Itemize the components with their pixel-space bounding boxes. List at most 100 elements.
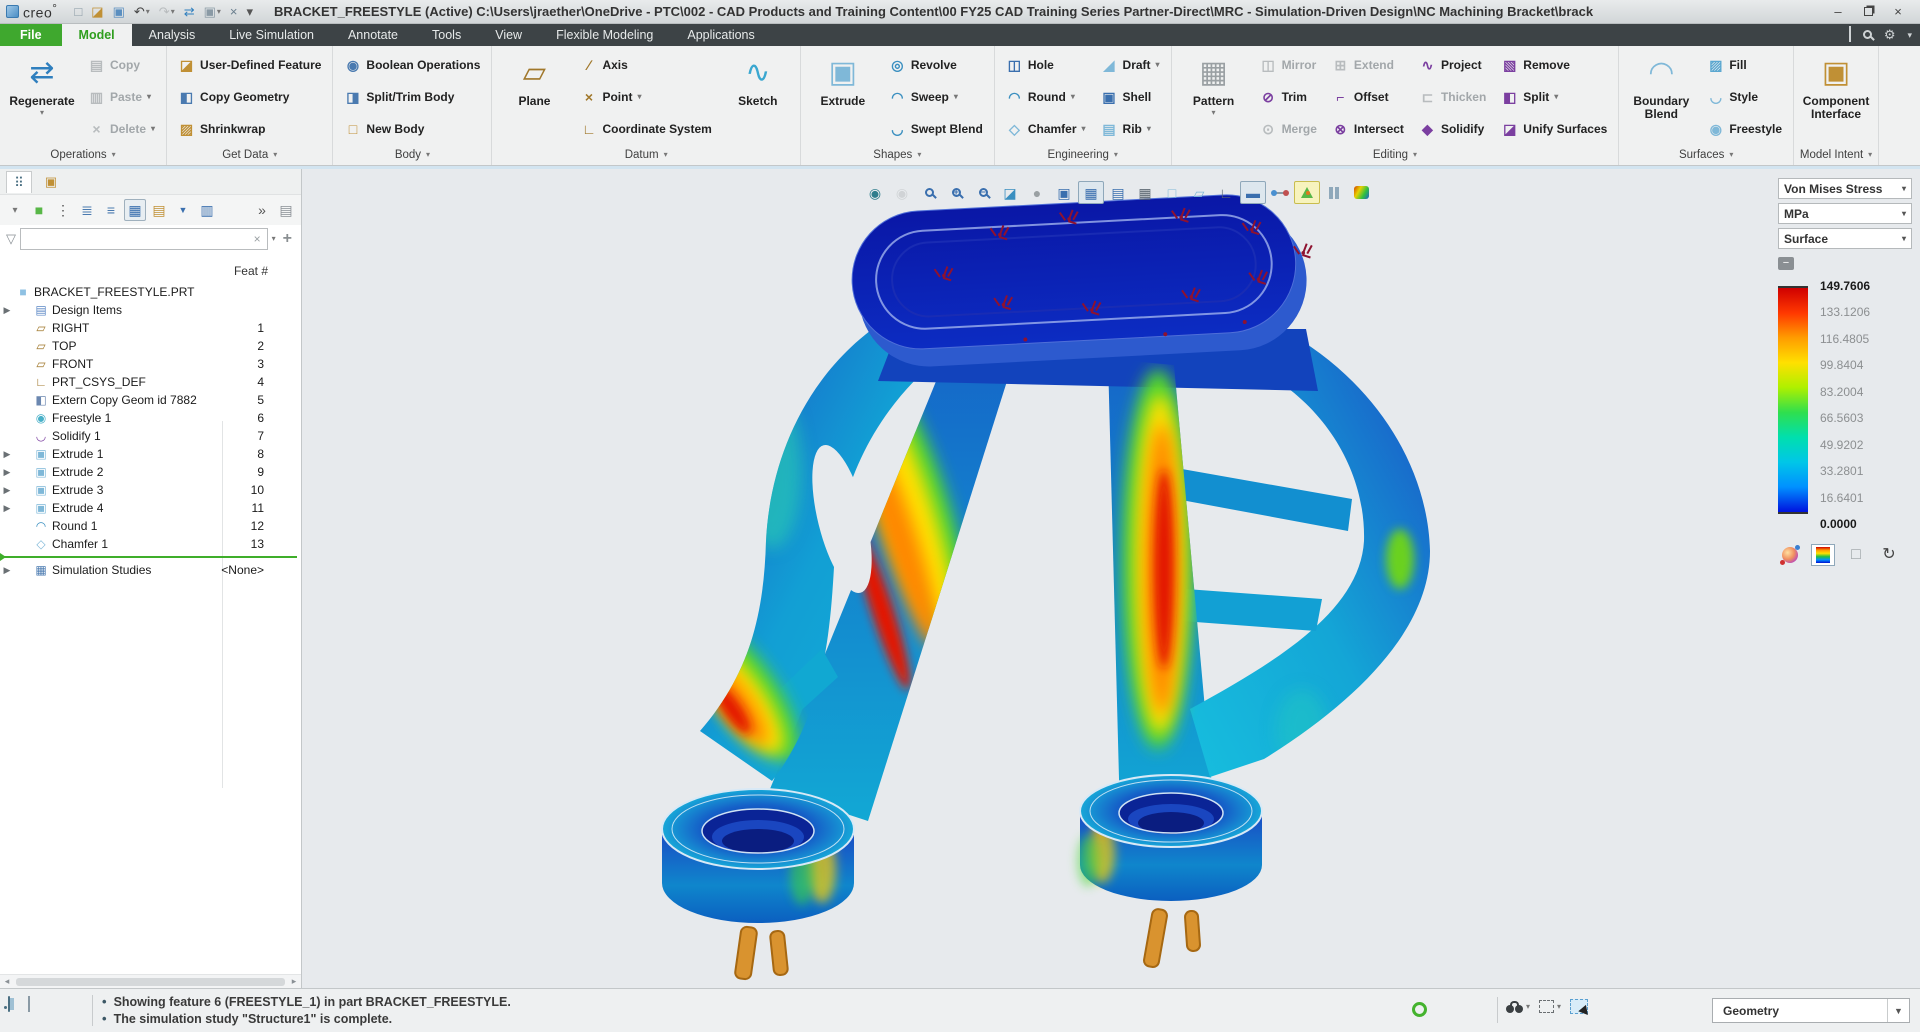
refresh-results-button[interactable]: ↻ <box>1877 544 1901 566</box>
collapse-all-button[interactable]: ≡ <box>100 199 122 221</box>
annotation-display-button[interactable]: ▬ <box>1240 181 1266 204</box>
search-icon[interactable] <box>1863 28 1872 42</box>
pause-results-button[interactable] <box>1321 181 1347 204</box>
round-button[interactable]: ◠Round▾ <box>1003 87 1089 108</box>
find-button[interactable]: ▾ <box>1506 1001 1530 1013</box>
saved-orientations-button[interactable]: ▦ <box>1078 181 1104 204</box>
capture-button[interactable]: ▦ <box>1132 181 1158 204</box>
view-manager-button[interactable]: ▤ <box>1105 181 1131 204</box>
split-trim-body-button[interactable]: ◨Split/Trim Body <box>341 87 483 108</box>
tree-item[interactable]: ▱TOP2 <box>0 337 301 355</box>
user-defined-feature-button[interactable]: ◪User-Defined Feature <box>175 55 324 76</box>
ribbon-group-label-body[interactable]: Body▾ <box>333 145 491 165</box>
minimize-button[interactable]: – <box>1830 4 1846 20</box>
extrude-button[interactable]: ▣Extrude <box>806 49 880 145</box>
ribbon-group-label-engineering[interactable]: Engineering▾ <box>995 145 1171 165</box>
agent-status-icon[interactable] <box>1412 1002 1427 1017</box>
tree-horizontal-scrollbar[interactable]: ◂ ▸ <box>0 974 301 988</box>
panel-tab-folder-browser[interactable]: ▣ <box>38 171 64 193</box>
expand-all-button[interactable]: ≣ <box>76 199 98 221</box>
tree-search-field[interactable] <box>25 232 252 246</box>
insertion-marker[interactable] <box>0 553 301 561</box>
overlay-model-button[interactable]: □ <box>1844 544 1868 566</box>
tree-item[interactable]: ◉Freestyle 16 <box>0 409 301 427</box>
undo-button[interactable]: ↶▾ <box>131 4 153 19</box>
gear-icon[interactable]: ⚙ <box>1884 27 1896 43</box>
solidify-button[interactable]: ◆Solidify <box>1416 119 1489 140</box>
kebab-button[interactable]: ⋮ <box>52 199 74 221</box>
minimize-ribbon-icon[interactable] <box>1849 28 1851 42</box>
boundary-blend-button[interactable]: ◠Boundary Blend <box>1624 49 1698 145</box>
paste-button[interactable]: ▥Paste▾ <box>85 87 158 108</box>
chamfer-button[interactable]: ◇Chamfer▾ <box>1003 119 1089 140</box>
graphics-viewport[interactable]: ◉◉◪●▣▦▤▦□▱∟▬ Von Mises Stress ▾ MPa ▾ Su… <box>302 169 1920 988</box>
component-interface-button[interactable]: ▣Component Interface <box>1799 49 1873 145</box>
regenerate-options-button[interactable]: ⇄ <box>181 4 198 19</box>
coordinate-system-button[interactable]: ∟Coordinate System <box>577 119 714 140</box>
refit-button[interactable]: ◪ <box>997 181 1023 204</box>
expand-caret-icon[interactable]: ▶ <box>0 485 14 496</box>
scrollbar-thumb[interactable] <box>16 978 285 986</box>
model-canvas[interactable] <box>302 169 1920 988</box>
rib-button[interactable]: ▤Rib▾ <box>1098 119 1163 140</box>
overflow-button[interactable]: » <box>251 199 273 221</box>
fill-button[interactable]: ▨Fill <box>1704 55 1785 76</box>
add-filter-button[interactable]: + <box>280 230 295 248</box>
point-button[interactable]: ×Point▾ <box>577 87 714 108</box>
ribbon-group-label-get-data[interactable]: Get Data▾ <box>167 145 332 165</box>
model-cube-button[interactable]: ■ <box>28 199 50 221</box>
clear-search-icon[interactable]: × <box>252 232 263 246</box>
tree-item[interactable]: ▶▤Design Items <box>0 301 301 319</box>
tree-item[interactable]: ◠Round 112 <box>0 517 301 535</box>
tree-item[interactable]: ▶▣Extrude 29 <box>0 463 301 481</box>
tree-item[interactable]: ◇Chamfer 113 <box>0 535 301 553</box>
merge-button[interactable]: ⊙Merge <box>1257 119 1320 140</box>
plane-button[interactable]: ▱Plane <box>497 49 571 145</box>
extend-button[interactable]: ⊞Extend <box>1329 55 1407 76</box>
close-button[interactable]: × <box>1890 4 1906 20</box>
expand-caret-icon[interactable]: ▶ <box>0 305 14 316</box>
ribbon-group-label-model-intent[interactable]: Model Intent▾ <box>1794 145 1878 165</box>
display-style-button[interactable]: ▣ <box>1051 181 1077 204</box>
tree-item[interactable]: ▶▣Extrude 310 <box>0 481 301 499</box>
expand-caret-icon[interactable]: ▶ <box>0 467 14 478</box>
boolean-operations-button[interactable]: ◉Boolean Operations <box>341 55 483 76</box>
axes-display-button[interactable]: ∟ <box>1213 181 1239 204</box>
revolve-button[interactable]: ◎Revolve <box>886 55 986 76</box>
ribbon-group-label-operations[interactable]: Operations▾ <box>0 145 166 165</box>
new-annotation-button[interactable]: ▤ <box>148 199 170 221</box>
tab-tools[interactable]: Tools <box>415 24 478 46</box>
remove-button[interactable]: ▧Remove <box>1498 55 1610 76</box>
zoom-region-button[interactable] <box>916 181 942 204</box>
ribbon-group-label-datum[interactable]: Datum▾ <box>492 145 799 165</box>
caret-down-icon[interactable]: ▾ <box>1907 30 1912 41</box>
result-units-select[interactable]: MPa ▾ <box>1778 203 1912 224</box>
tree-item[interactable]: ▶▦Simulation Studies<None> <box>0 561 301 579</box>
save-button[interactable]: ▣ <box>110 4 128 19</box>
new-body-button[interactable]: □New Body <box>341 119 483 140</box>
tab-view[interactable]: View <box>478 24 539 46</box>
tab-applications[interactable]: Applications <box>670 24 771 46</box>
view-visibility-button[interactable]: ◉ <box>862 181 888 204</box>
panel-tab-model-tree[interactable]: ⠿ <box>6 171 32 193</box>
new-file-button[interactable]: □ <box>71 4 85 19</box>
result-display-select[interactable]: Surface ▾ <box>1778 228 1912 249</box>
split-button[interactable]: ◧Split▾ <box>1498 87 1610 108</box>
tree-item[interactable]: ▱FRONT3 <box>0 355 301 373</box>
expand-caret-icon[interactable]: ▶ <box>0 565 14 576</box>
project-button[interactable]: ∿Project <box>1416 55 1489 76</box>
select-pointer-button[interactable] <box>1570 999 1588 1014</box>
appearance-gallery-button[interactable]: ◉ <box>889 181 915 204</box>
tree-item[interactable]: ▶▣Extrude 411 <box>0 499 301 517</box>
windows-button[interactable]: ▣▾ <box>201 4 224 19</box>
draft-button[interactable]: ◢Draft▾ <box>1098 55 1163 76</box>
tree-item[interactable]: ▶▣Extrude 18 <box>0 445 301 463</box>
ribbon-group-label-editing[interactable]: Editing▾ <box>1172 145 1619 165</box>
deformed-shape-button[interactable] <box>1778 544 1802 566</box>
open-button[interactable]: ◪ <box>88 4 106 19</box>
redo-button[interactable]: ↷▾ <box>156 4 178 19</box>
blank-card-button[interactable] <box>28 997 30 1011</box>
tab-file[interactable]: File <box>0 24 62 46</box>
copy-button[interactable]: ▤Copy <box>85 55 158 76</box>
pattern-button[interactable]: ▦Pattern▾ <box>1177 49 1251 145</box>
